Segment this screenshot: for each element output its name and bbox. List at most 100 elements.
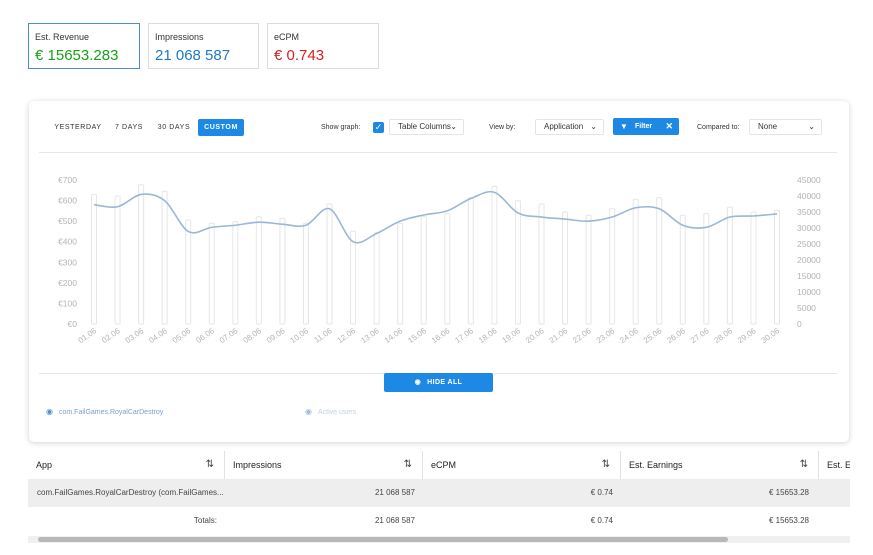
sort-icon[interactable]: ⇅ [800,451,808,479]
scrollbar-thumb[interactable] [38,537,728,542]
x-tick-label: 08.06 [241,326,263,345]
show-graph-label: Show graph: [321,124,361,131]
bar [91,193,97,325]
table-columns-select[interactable]: Table Columns ⌄ [389,119,464,135]
revenue-chart: €700 €600 €500 €400 €300 €200 €100 €0 45000 40000… [58,175,821,345]
bar [538,203,545,325]
x-tick-label: 20.06 [524,326,546,345]
x-tick-label: 02.06 [100,326,122,345]
checkmark-icon: ✓ [374,122,383,132]
filter-button[interactable]: ▼ Filter ✕ [613,118,679,135]
legend-label: Active users [318,409,357,416]
table-row[interactable]: com.FailGames.RoyalCarDestroy (com.FailG… [28,479,850,507]
view-by-select[interactable]: Application ⌄ [535,119,604,135]
y-tick-right: 0 [797,319,802,329]
column-header-ecpm[interactable]: eCPM ⇅ [423,451,621,479]
x-tick-label: 11.06 [313,326,335,345]
close-icon[interactable]: ✕ [665,118,673,135]
view-by-value: Application [544,122,584,131]
bar [185,219,192,325]
filter-label: Filter [635,123,653,130]
table-columns-value: Table Columns [398,122,451,131]
x-tick-label: 07.06 [218,326,240,345]
stat-card-revenue[interactable]: Est. Revenue € 15653.283 [28,23,140,69]
y-tick-left: €300 [58,257,77,267]
y-tick-right: 40000 [797,191,821,201]
x-tick-label: 15.06 [406,326,428,345]
eye-icon: ◉ [46,407,53,416]
bar [703,213,710,325]
totals-earnings: € 15653.28 [768,516,809,525]
totals-ecpm: € 0.74 [590,516,613,525]
period-30days-button[interactable]: 30 DAYS [155,119,193,136]
legend-item-active-users[interactable]: ◉ Active users [305,407,356,418]
hide-all-label: HIDE ALL [427,379,463,386]
x-tick-label: 17.06 [453,326,475,345]
bar [562,211,569,325]
header-label: App [36,460,53,470]
bar [679,214,686,325]
hide-all-button[interactable]: ◉ HIDE ALL [384,373,493,392]
bar [208,222,215,325]
x-tick-label: 09.06 [265,326,287,345]
y-tick-left: €500 [58,216,77,226]
cell-impressions: 21 068 587 [374,488,415,497]
period-custom-button[interactable]: CUSTOM [198,119,244,136]
x-tick-label: 14.06 [383,326,405,345]
header-label: eCPM [431,460,457,470]
legend-item-app[interactable]: ◉ com.FailGames.RoyalCarDestroy [46,407,163,418]
stat-card-impressions[interactable]: Impressions 21 068 587 [148,23,259,69]
y-tick-left: €200 [58,278,77,288]
y-tick-right: 25000 [797,239,821,249]
x-tick-label: 29.06 [736,326,758,345]
y-tick-left: €600 [58,196,77,206]
stat-value: € 0.743 [274,47,325,64]
chevron-down-icon: ⌄ [808,122,815,131]
column-header-earnings[interactable]: Est. Earnings ⇅ [621,451,819,479]
sort-icon[interactable]: ⇅ [404,451,412,479]
x-tick-label: 22.06 [571,326,593,345]
x-tick-label: 05.06 [171,326,193,345]
sort-icon[interactable]: ⇅ [206,451,214,479]
x-tick-label: 25.06 [642,326,664,345]
bar [444,213,451,325]
filter-icon: ▼ [620,122,628,131]
x-tick-label: 21.06 [548,326,570,345]
period-7days-button[interactable]: 7 DAYS [113,119,145,136]
bar [609,208,616,325]
bar [302,222,309,325]
y-tick-right: 35000 [797,207,821,217]
column-header-app[interactable]: App ⇅ [28,451,225,479]
view-by-label: View by: [489,124,516,131]
chart-panel: YESTERDAY 7 DAYS 30 DAYS CUSTOM Show gra… [29,101,849,442]
bar [726,206,733,325]
x-tick-label: 06.06 [194,326,216,345]
cell-earnings: € 15653.28 [768,488,809,497]
bar [232,221,239,325]
stat-card-ecpm[interactable]: eCPM € 0.743 [267,23,379,69]
x-tick-label: 24.06 [618,326,640,345]
chevron-down-icon: ⌄ [450,122,457,131]
x-tick-label: 23.06 [595,326,617,345]
bar [138,184,145,325]
y-tick-left: €400 [58,237,77,247]
compared-to-select[interactable]: None ⌄ [749,119,822,135]
show-graph-checkbox[interactable]: ✓ [373,122,384,133]
legend-label: com.FailGames.RoyalCarDestroy [59,409,164,416]
column-header-impressions[interactable]: Impressions ⇅ [225,451,423,479]
y-tick-left: €100 [58,298,77,308]
x-tick-label: 16.06 [430,326,452,345]
sort-icon[interactable]: ⇅ [602,451,610,479]
horizontal-scrollbar[interactable] [28,536,850,543]
totals-row: Totals: 21 068 587 € 0.74 € 15653.28 [28,507,850,535]
bar [114,195,121,325]
column-header-earnings-2[interactable]: Est. Ea [819,451,850,479]
x-tick-label: 30.06 [760,326,782,345]
period-yesterday-button[interactable]: YESTERDAY [53,119,103,136]
x-tick-label: 03.06 [124,326,146,345]
bar [420,216,427,325]
x-tick-label: 27.06 [689,326,711,345]
y-tick-right: 30000 [797,223,821,233]
stat-value: 21 068 587 [155,47,231,64]
totals-impressions: 21 068 587 [374,516,415,525]
